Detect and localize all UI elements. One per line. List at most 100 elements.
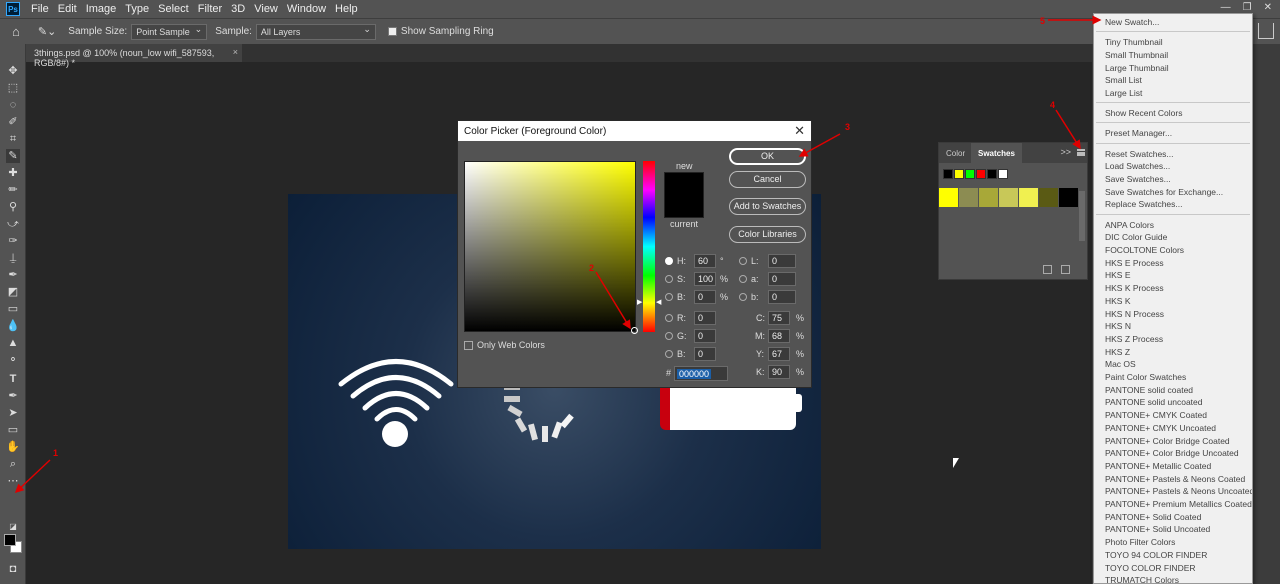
panel-expand-icon[interactable]: >> — [1060, 147, 1071, 157]
show-sampling-ring-checkbox[interactable] — [387, 27, 397, 36]
lasso-tool-icon[interactable]: ◌ — [6, 98, 20, 112]
more-tools-icon[interactable]: ⋯ — [6, 474, 20, 488]
flyout-menu-item[interactable]: Save Swatches for Exchange... — [1105, 187, 1223, 197]
color-swatch[interactable] — [1039, 188, 1058, 207]
menu-select[interactable]: Select — [155, 3, 195, 15]
radio-hue[interactable] — [665, 257, 673, 265]
swatches-scrollbar[interactable] — [1079, 191, 1085, 241]
yellow-input[interactable]: 67 — [768, 347, 790, 361]
crop-tool-icon[interactable]: ⌗ — [6, 132, 20, 146]
radio-red[interactable] — [665, 314, 673, 322]
flyout-menu-item[interactable]: FOCOLTONE Colors — [1105, 245, 1184, 255]
a-input[interactable]: 0 — [768, 272, 796, 286]
flyout-menu-item[interactable]: Paint Color Swatches — [1105, 372, 1186, 382]
tab-color[interactable]: Color — [939, 143, 972, 163]
default-colors-icon[interactable]: ◪ — [6, 520, 20, 534]
color-swatch[interactable] — [1059, 188, 1078, 207]
flyout-menu-item[interactable]: PANTONE+ Solid Uncoated — [1105, 524, 1210, 534]
flyout-menu-item[interactable]: Small Thumbnail — [1105, 50, 1168, 60]
type-tool-icon[interactable]: T — [6, 372, 20, 386]
hand-tool-icon[interactable]: ✋ — [6, 440, 20, 454]
radio-lightness[interactable] — [739, 257, 747, 265]
quick-select-tool-icon[interactable]: ✐ — [6, 115, 20, 129]
pen-tool-icon[interactable]: ✒ — [6, 389, 20, 403]
menu-3d[interactable]: 3D — [228, 3, 251, 15]
flyout-menu-item[interactable]: TOYO 94 COLOR FINDER — [1105, 550, 1207, 560]
flyout-menu-item[interactable]: PANTONE+ CMYK Coated — [1105, 410, 1207, 420]
radio-saturation[interactable] — [665, 275, 673, 283]
move-tool-icon[interactable]: ✥ — [6, 64, 20, 78]
flyout-menu-item[interactable]: Preset Manager... — [1105, 128, 1172, 138]
color-swatch[interactable] — [979, 188, 998, 207]
flyout-menu-item[interactable]: Show Recent Colors — [1105, 108, 1182, 118]
hue-slider-left-arrow-icon[interactable]: ▶ — [637, 298, 642, 306]
menu-edit[interactable]: Edit — [55, 3, 83, 15]
blur-tool-icon[interactable]: 💧 — [6, 319, 20, 333]
marquee-tool-icon[interactable]: ⬚ — [6, 81, 20, 95]
cyan-input[interactable]: 75 — [768, 311, 790, 325]
shape-tool-icon[interactable]: ▭ — [6, 423, 20, 437]
color-swatch[interactable] — [1019, 188, 1038, 207]
share-icon[interactable] — [1258, 23, 1274, 39]
brush-tool-icon[interactable]: ✏ — [6, 183, 20, 197]
flyout-menu-item[interactable]: PANTONE+ Pastels & Neons Coated — [1105, 474, 1245, 484]
menu-image[interactable]: Image — [83, 3, 123, 15]
panel-menu-icon[interactable] — [1077, 149, 1085, 156]
flyout-menu-item[interactable]: PANTONE solid coated — [1105, 385, 1193, 395]
flyout-menu-item[interactable]: HKS Z — [1105, 347, 1130, 357]
brightness-input[interactable]: 0 — [694, 290, 716, 304]
color-swatch[interactable] — [959, 188, 978, 207]
recent-color-swatch[interactable] — [954, 169, 964, 179]
trash-icon[interactable] — [1061, 265, 1070, 274]
flyout-menu-item[interactable]: PANTONE+ Pastels & Neons Uncoated — [1105, 486, 1252, 496]
healing-brush-tool-icon[interactable]: ✚ — [6, 166, 20, 180]
flyout-menu-item[interactable]: Replace Swatches... — [1105, 199, 1182, 209]
restore-icon[interactable]: ❐ — [1243, 2, 1252, 13]
cancel-button[interactable]: Cancel — [729, 171, 806, 188]
sharpen-tool-icon[interactable]: ▲ — [6, 336, 20, 350]
close-window-icon[interactable]: ✕ — [1264, 2, 1272, 13]
flyout-menu-item[interactable]: PANTONE+ CMYK Uncoated — [1105, 423, 1216, 433]
hex-input[interactable]: 000000 — [674, 366, 728, 381]
hue-input[interactable]: 60 — [694, 254, 716, 268]
stamp-tool-icon[interactable]: ⍊ — [6, 251, 20, 265]
red-input[interactable]: 0 — [694, 311, 716, 325]
flyout-menu-item[interactable]: TRUMATCH Colors — [1105, 575, 1179, 583]
only-web-colors-checkbox[interactable] — [464, 341, 473, 350]
sample-size-select[interactable]: Point Sample — [131, 23, 208, 40]
lightness-input[interactable]: 0 — [768, 254, 796, 268]
new-swatch-icon[interactable] — [1043, 265, 1052, 274]
minimize-icon[interactable]: — — [1221, 2, 1231, 13]
flyout-menu-item[interactable]: Reset Swatches... — [1105, 149, 1174, 159]
tab-close-icon[interactable]: × — [233, 47, 238, 57]
flyout-menu-item[interactable]: HKS Z Process — [1105, 334, 1163, 344]
black-input[interactable]: 90 — [768, 365, 790, 379]
flyout-menu-item[interactable]: PANTONE+ Metallic Coated — [1105, 461, 1211, 471]
recent-color-swatch[interactable] — [987, 169, 997, 179]
flyout-menu-item[interactable]: HKS E Process — [1105, 258, 1164, 268]
radio-a[interactable] — [739, 275, 747, 283]
menu-help[interactable]: Help — [332, 3, 364, 15]
flyout-menu-item[interactable]: PANTONE+ Solid Coated — [1105, 512, 1201, 522]
hue-slider[interactable] — [643, 161, 655, 332]
blue-input[interactable]: 0 — [694, 347, 716, 361]
green-input[interactable]: 0 — [694, 329, 716, 343]
zoom-tool-icon[interactable]: ⌕ — [6, 457, 20, 471]
hue-slider-right-arrow-icon[interactable]: ◀ — [656, 298, 661, 306]
art-brush-tool-icon[interactable]: ✒ — [6, 268, 20, 282]
flyout-menu-item[interactable]: ANPA Colors — [1105, 220, 1154, 230]
saturation-input[interactable]: 100 — [694, 272, 716, 286]
history-brush-tool-icon[interactable]: ⤻ — [6, 217, 20, 231]
menu-view[interactable]: View — [251, 3, 284, 15]
flyout-menu-item[interactable]: Mac OS — [1105, 359, 1136, 369]
eraser-tool-icon[interactable]: ◩ — [6, 285, 20, 299]
flyout-menu-item[interactable]: Tiny Thumbnail — [1105, 37, 1163, 47]
flyout-menu-item[interactable]: HKS N Process — [1105, 309, 1164, 319]
saturation-brightness-field[interactable] — [464, 161, 638, 334]
b-input[interactable]: 0 — [768, 290, 796, 304]
color-field-marker[interactable] — [631, 327, 638, 334]
path-selection-tool-icon[interactable]: ➤ — [6, 406, 20, 420]
flyout-menu-item[interactable]: Save Swatches... — [1105, 174, 1171, 184]
flyout-menu-item[interactable]: PANTONE+ Color Bridge Coated — [1105, 436, 1230, 446]
flyout-menu-item[interactable]: HKS K Process — [1105, 283, 1164, 293]
